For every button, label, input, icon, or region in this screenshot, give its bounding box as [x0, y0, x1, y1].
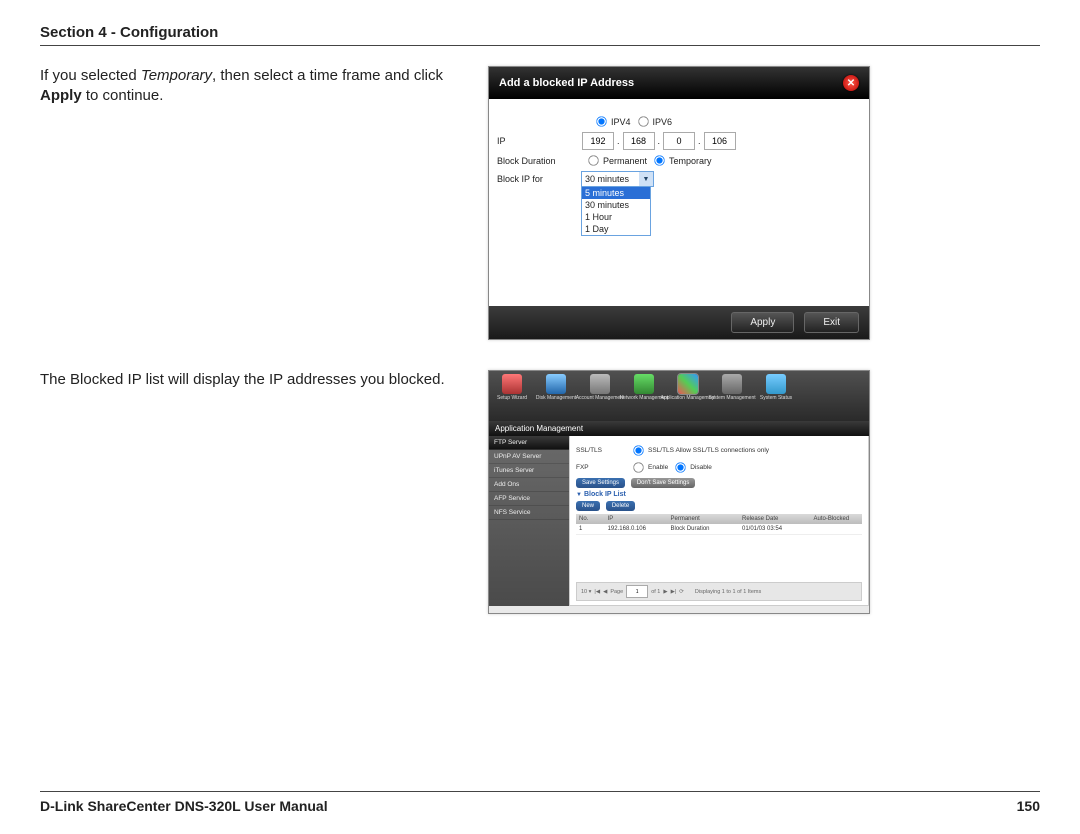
col-header: Auto-Blocked — [811, 514, 863, 524]
cell: 1 — [576, 524, 605, 535]
col-header: No. — [576, 514, 605, 524]
block-duration-label: Block Duration — [497, 156, 581, 166]
blocked-ip-table: No. IP Permanent Release Date Auto-Block… — [576, 514, 862, 535]
exit-button[interactable]: Exit — [804, 312, 859, 333]
temporary-label: Temporary — [669, 156, 712, 166]
delete-button[interactable]: Delete — [606, 501, 635, 511]
col-header: Release Date — [739, 514, 811, 524]
ipv6-radio[interactable] — [638, 116, 648, 126]
dropdown-option[interactable]: 1 Hour — [582, 211, 650, 223]
display-range: Displaying 1 to 1 of 1 Items — [695, 589, 761, 595]
sidebar-item-active[interactable]: FTP Server — [489, 436, 569, 450]
disable-label: Disable — [690, 464, 712, 471]
block-ip-for-label: Block IP for — [497, 174, 581, 184]
sidebar-item[interactable]: AFP Service — [489, 492, 569, 506]
dropdown-option[interactable]: 5 minutes — [582, 187, 650, 199]
select-value: 30 minutes — [585, 174, 629, 184]
sidebar-item[interactable]: Add Ons — [489, 478, 569, 492]
col-header: Permanent — [668, 514, 740, 524]
ip-label: IP — [497, 136, 581, 146]
ip-octet-1[interactable] — [582, 132, 614, 150]
ipv4-radio[interactable] — [596, 116, 606, 126]
fxp-disable-radio[interactable] — [676, 462, 686, 472]
fxp-label: FXP — [576, 464, 626, 471]
sidebar: FTP Server UPnP AV Server iTunes Server … — [489, 436, 569, 606]
sidebar-item[interactable]: NFS Service — [489, 506, 569, 520]
toolbar-item-active[interactable]: Application Management — [673, 374, 703, 418]
col-header: IP — [605, 514, 668, 524]
ssltls-label: SSL/TLS — [576, 447, 626, 454]
toolbar-item[interactable]: Account Management — [585, 374, 615, 418]
page-input[interactable] — [626, 585, 648, 598]
section-header: Section 4 - Configuration — [40, 24, 1040, 41]
dialog-titlebar: Add a blocked IP Address ✕ — [489, 67, 869, 99]
page-label: Page — [610, 589, 623, 595]
chevron-down-icon: ▼ — [639, 172, 653, 186]
cell: 01/01/03 03:54 — [739, 524, 811, 535]
toolbar-item[interactable]: System Management — [717, 374, 747, 418]
refresh-icon[interactable]: ⟳ — [679, 589, 684, 595]
sidebar-item[interactable]: iTunes Server — [489, 464, 569, 478]
fxp-enable-radio[interactable] — [633, 462, 643, 472]
toolbar-item[interactable]: Network Management — [629, 374, 659, 418]
main-panel: SSL/TLS SSL/TLS Allow SSL/TLS connections… — [569, 436, 869, 606]
pagination-bar: 10 ▾ |◀ ◀ Page of 1 ▶ ▶| ⟳ Displaying 1 … — [576, 582, 862, 601]
instruction-text-2: The Blocked IP list will display the IP … — [40, 370, 460, 390]
cell: 192.168.0.106 — [605, 524, 668, 535]
toolbar-item[interactable]: System Status — [761, 374, 791, 418]
cell: Block Duration — [668, 524, 740, 535]
footer-rule — [40, 791, 1040, 792]
ip-octet-4[interactable] — [704, 132, 736, 150]
next-page-icon[interactable]: ▶ — [663, 589, 667, 595]
permanent-label: Permanent — [603, 156, 647, 166]
page-of: of 1 — [651, 589, 660, 595]
ipv6-label: IPV6 — [653, 117, 673, 127]
block-ip-for-select[interactable]: 30 minutes ▼ — [581, 171, 654, 187]
block-ip-list-title: Block IP List — [576, 491, 862, 498]
temporary-word: Temporary — [141, 67, 212, 84]
close-icon[interactable]: ✕ — [843, 75, 859, 91]
dont-save-settings-button[interactable]: Don't Save Settings — [631, 478, 696, 488]
first-page-icon[interactable]: |◀ — [594, 589, 600, 595]
cell — [811, 524, 863, 535]
sidebar-item[interactable]: UPnP AV Server — [489, 450, 569, 464]
list-screenshot: Setup Wizard Disk Management Account Man… — [488, 370, 870, 614]
ip-octet-3[interactable] — [663, 132, 695, 150]
dialog-title: Add a blocked IP Address — [499, 77, 634, 89]
enable-label: Enable — [648, 464, 668, 471]
txt: , then select a time frame and click — [212, 67, 443, 84]
save-settings-button[interactable]: Save Settings — [576, 478, 625, 488]
txt: to continue. — [82, 87, 164, 104]
ssltls-radio[interactable] — [633, 445, 643, 455]
footer-title: D-Link ShareCenter DNS-320L User Manual — [40, 798, 328, 814]
dialog-screenshot: Add a blocked IP Address ✕ IPV4 IPV6 IP … — [488, 66, 870, 340]
ipv4-label: IPV4 — [611, 117, 631, 127]
permanent-radio[interactable] — [588, 155, 598, 165]
table-row[interactable]: 1 192.168.0.106 Block Duration 01/01/03 … — [576, 524, 862, 535]
page-number: 150 — [1017, 798, 1040, 814]
header-rule — [40, 45, 1040, 46]
toolbar-item[interactable]: Disk Management — [541, 374, 571, 418]
panel-subheader: Application Management — [489, 421, 869, 436]
block-ip-for-dropdown: 5 minutes 30 minutes 1 Hour 1 Day — [581, 186, 651, 236]
dropdown-option[interactable]: 30 minutes — [582, 199, 650, 211]
temporary-radio[interactable] — [654, 155, 664, 165]
txt: If you selected — [40, 67, 141, 84]
toolbar-item[interactable]: Setup Wizard — [497, 374, 527, 418]
last-page-icon[interactable]: ▶| — [671, 589, 677, 595]
top-toolbar: Setup Wizard Disk Management Account Man… — [489, 371, 869, 421]
dropdown-option[interactable]: 1 Day — [582, 223, 650, 235]
prev-page-icon[interactable]: ◀ — [603, 589, 607, 595]
new-button[interactable]: New — [576, 501, 600, 511]
ssltls-value: SSL/TLS Allow SSL/TLS connections only — [648, 447, 769, 454]
ip-octet-2[interactable] — [623, 132, 655, 150]
apply-button[interactable]: Apply — [731, 312, 794, 333]
instruction-text-1: If you selected Temporary, then select a… — [40, 66, 460, 107]
rows-per-page: 10 ▾ — [581, 589, 591, 595]
apply-word: Apply — [40, 87, 82, 104]
